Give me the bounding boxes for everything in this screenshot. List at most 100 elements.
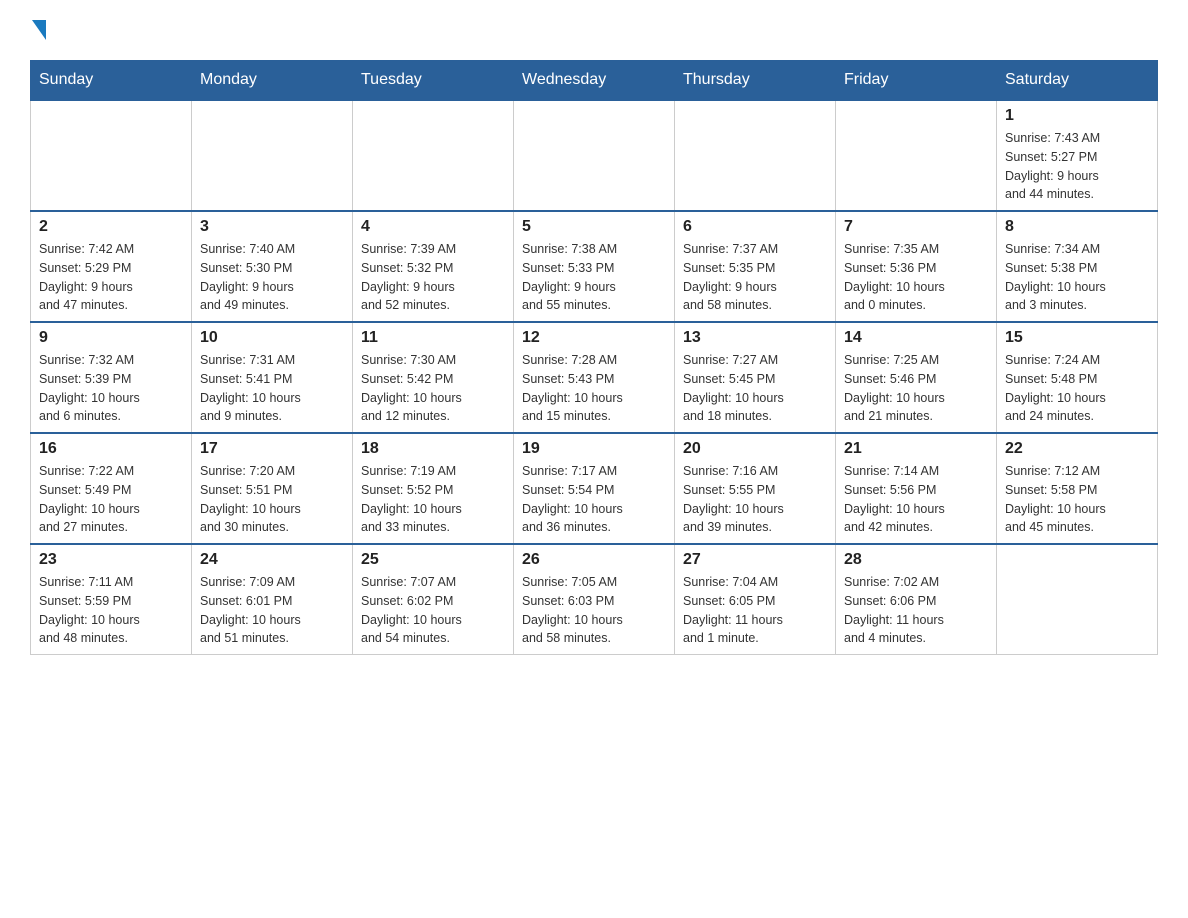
day-info: Sunrise: 7:43 AM Sunset: 5:27 PM Dayligh…	[1005, 129, 1149, 204]
day-number: 25	[361, 551, 505, 569]
calendar-cell	[836, 100, 997, 211]
day-number: 1	[1005, 107, 1149, 125]
day-info: Sunrise: 7:09 AM Sunset: 6:01 PM Dayligh…	[200, 573, 344, 648]
calendar-cell: 11 Sunrise: 7:30 AM Sunset: 5:42 PM Dayli…	[353, 322, 514, 433]
day-info: Sunrise: 7:19 AM Sunset: 5:52 PM Dayligh…	[361, 462, 505, 537]
day-number: 28	[844, 551, 988, 569]
weekday-header-monday: Monday	[192, 61, 353, 101]
calendar-cell	[192, 100, 353, 211]
calendar-cell: 6 Sunrise: 7:37 AM Sunset: 5:35 PM Daylig…	[675, 211, 836, 322]
calendar-cell: 8 Sunrise: 7:34 AM Sunset: 5:38 PM Daylig…	[997, 211, 1158, 322]
day-info: Sunrise: 7:27 AM Sunset: 5:45 PM Dayligh…	[683, 351, 827, 426]
weekday-header-thursday: Thursday	[675, 61, 836, 101]
calendar-week-2: 2 Sunrise: 7:42 AM Sunset: 5:29 PM Daylig…	[31, 211, 1158, 322]
calendar-cell: 7 Sunrise: 7:35 AM Sunset: 5:36 PM Daylig…	[836, 211, 997, 322]
calendar-cell: 25 Sunrise: 7:07 AM Sunset: 6:02 PM Dayli…	[353, 544, 514, 655]
day-info: Sunrise: 7:11 AM Sunset: 5:59 PM Dayligh…	[39, 573, 183, 648]
calendar-week-3: 9 Sunrise: 7:32 AM Sunset: 5:39 PM Daylig…	[31, 322, 1158, 433]
day-number: 18	[361, 440, 505, 458]
day-info: Sunrise: 7:39 AM Sunset: 5:32 PM Dayligh…	[361, 240, 505, 315]
calendar-week-1: 1 Sunrise: 7:43 AM Sunset: 5:27 PM Daylig…	[31, 100, 1158, 211]
day-info: Sunrise: 7:07 AM Sunset: 6:02 PM Dayligh…	[361, 573, 505, 648]
calendar-cell: 28 Sunrise: 7:02 AM Sunset: 6:06 PM Dayli…	[836, 544, 997, 655]
calendar-cell	[675, 100, 836, 211]
weekday-header-sunday: Sunday	[31, 61, 192, 101]
calendar-cell: 23Sunrise: 7:11 AM Sunset: 5:59 PM Dayli…	[31, 544, 192, 655]
calendar-week-4: 16 Sunrise: 7:22 AM Sunset: 5:49 PM Dayli…	[31, 433, 1158, 544]
day-number: 13	[683, 329, 827, 347]
day-info: Sunrise: 7:25 AM Sunset: 5:46 PM Dayligh…	[844, 351, 988, 426]
weekday-header-friday: Friday	[836, 61, 997, 101]
calendar-cell	[997, 544, 1158, 655]
calendar-cell	[514, 100, 675, 211]
calendar-cell: 14 Sunrise: 7:25 AM Sunset: 5:46 PM Dayli…	[836, 322, 997, 433]
day-number: 24	[200, 551, 344, 569]
page-header	[30, 20, 1158, 40]
day-number: 27	[683, 551, 827, 569]
calendar-table: SundayMondayTuesdayWednesdayThursdayFrid…	[30, 60, 1158, 655]
day-info: Sunrise: 7:38 AM Sunset: 5:33 PM Dayligh…	[522, 240, 666, 315]
day-info: Sunrise: 7:22 AM Sunset: 5:49 PM Dayligh…	[39, 462, 183, 537]
calendar-cell: 27 Sunrise: 7:04 AM Sunset: 6:05 PM Dayli…	[675, 544, 836, 655]
calendar-cell: 4 Sunrise: 7:39 AM Sunset: 5:32 PM Daylig…	[353, 211, 514, 322]
day-info: Sunrise: 7:20 AM Sunset: 5:51 PM Dayligh…	[200, 462, 344, 537]
day-info: Sunrise: 7:12 AM Sunset: 5:58 PM Dayligh…	[1005, 462, 1149, 537]
day-info: Sunrise: 7:17 AM Sunset: 5:54 PM Dayligh…	[522, 462, 666, 537]
day-number: 9	[39, 329, 183, 347]
weekday-header-saturday: Saturday	[997, 61, 1158, 101]
day-number: 17	[200, 440, 344, 458]
day-number: 8	[1005, 218, 1149, 236]
day-info: Sunrise: 7:31 AM Sunset: 5:41 PM Dayligh…	[200, 351, 344, 426]
day-info: Sunrise: 7:24 AM Sunset: 5:48 PM Dayligh…	[1005, 351, 1149, 426]
day-info: Sunrise: 7:34 AM Sunset: 5:38 PM Dayligh…	[1005, 240, 1149, 315]
calendar-cell: 21 Sunrise: 7:14 AM Sunset: 5:56 PM Dayli…	[836, 433, 997, 544]
day-info: Sunrise: 7:05 AM Sunset: 6:03 PM Dayligh…	[522, 573, 666, 648]
weekday-header-row: SundayMondayTuesdayWednesdayThursdayFrid…	[31, 61, 1158, 101]
calendar-cell: 19Sunrise: 7:17 AM Sunset: 5:54 PM Dayli…	[514, 433, 675, 544]
calendar-cell	[31, 100, 192, 211]
day-number: 21	[844, 440, 988, 458]
day-number: 16	[39, 440, 183, 458]
calendar-cell: 16 Sunrise: 7:22 AM Sunset: 5:49 PM Dayli…	[31, 433, 192, 544]
day-number: 10	[200, 329, 344, 347]
day-info: Sunrise: 7:30 AM Sunset: 5:42 PM Dayligh…	[361, 351, 505, 426]
day-number: 5	[522, 218, 666, 236]
day-number: 3	[200, 218, 344, 236]
day-number: 2	[39, 218, 183, 236]
calendar-cell: 5 Sunrise: 7:38 AM Sunset: 5:33 PM Daylig…	[514, 211, 675, 322]
day-info: Sunrise: 7:40 AM Sunset: 5:30 PM Dayligh…	[200, 240, 344, 315]
day-number: 15	[1005, 329, 1149, 347]
day-number: 26	[522, 551, 666, 569]
day-info: Sunrise: 7:37 AM Sunset: 5:35 PM Dayligh…	[683, 240, 827, 315]
calendar-cell: 2 Sunrise: 7:42 AM Sunset: 5:29 PM Daylig…	[31, 211, 192, 322]
calendar-cell: 17 Sunrise: 7:20 AM Sunset: 5:51 PM Dayli…	[192, 433, 353, 544]
day-info: Sunrise: 7:28 AM Sunset: 5:43 PM Dayligh…	[522, 351, 666, 426]
calendar-cell: 15 Sunrise: 7:24 AM Sunset: 5:48 PM Dayli…	[997, 322, 1158, 433]
day-info: Sunrise: 7:04 AM Sunset: 6:05 PM Dayligh…	[683, 573, 827, 648]
day-info: Sunrise: 7:42 AM Sunset: 5:29 PM Dayligh…	[39, 240, 183, 315]
calendar-cell: 22 Sunrise: 7:12 AM Sunset: 5:58 PM Dayli…	[997, 433, 1158, 544]
day-info: Sunrise: 7:35 AM Sunset: 5:36 PM Dayligh…	[844, 240, 988, 315]
day-number: 6	[683, 218, 827, 236]
day-number: 4	[361, 218, 505, 236]
calendar-cell: 9 Sunrise: 7:32 AM Sunset: 5:39 PM Daylig…	[31, 322, 192, 433]
day-number: 7	[844, 218, 988, 236]
day-info: Sunrise: 7:16 AM Sunset: 5:55 PM Dayligh…	[683, 462, 827, 537]
day-info: Sunrise: 7:14 AM Sunset: 5:56 PM Dayligh…	[844, 462, 988, 537]
day-number: 14	[844, 329, 988, 347]
calendar-cell	[353, 100, 514, 211]
day-number: 20	[683, 440, 827, 458]
calendar-cell: 20 Sunrise: 7:16 AM Sunset: 5:55 PM Dayli…	[675, 433, 836, 544]
day-number: 22	[1005, 440, 1149, 458]
calendar-cell: 24 Sunrise: 7:09 AM Sunset: 6:01 PM Dayli…	[192, 544, 353, 655]
day-number: 12	[522, 329, 666, 347]
day-info: Sunrise: 7:32 AM Sunset: 5:39 PM Dayligh…	[39, 351, 183, 426]
calendar-cell: 26 Sunrise: 7:05 AM Sunset: 6:03 PM Dayli…	[514, 544, 675, 655]
calendar-cell: 13 Sunrise: 7:27 AM Sunset: 5:45 PM Dayli…	[675, 322, 836, 433]
calendar-week-5: 23Sunrise: 7:11 AM Sunset: 5:59 PM Dayli…	[31, 544, 1158, 655]
calendar-cell: 1 Sunrise: 7:43 AM Sunset: 5:27 PM Daylig…	[997, 100, 1158, 211]
day-info: Sunrise: 7:02 AM Sunset: 6:06 PM Dayligh…	[844, 573, 988, 648]
logo	[30, 20, 46, 40]
logo-arrow-icon	[32, 20, 46, 40]
day-number: 11	[361, 329, 505, 347]
